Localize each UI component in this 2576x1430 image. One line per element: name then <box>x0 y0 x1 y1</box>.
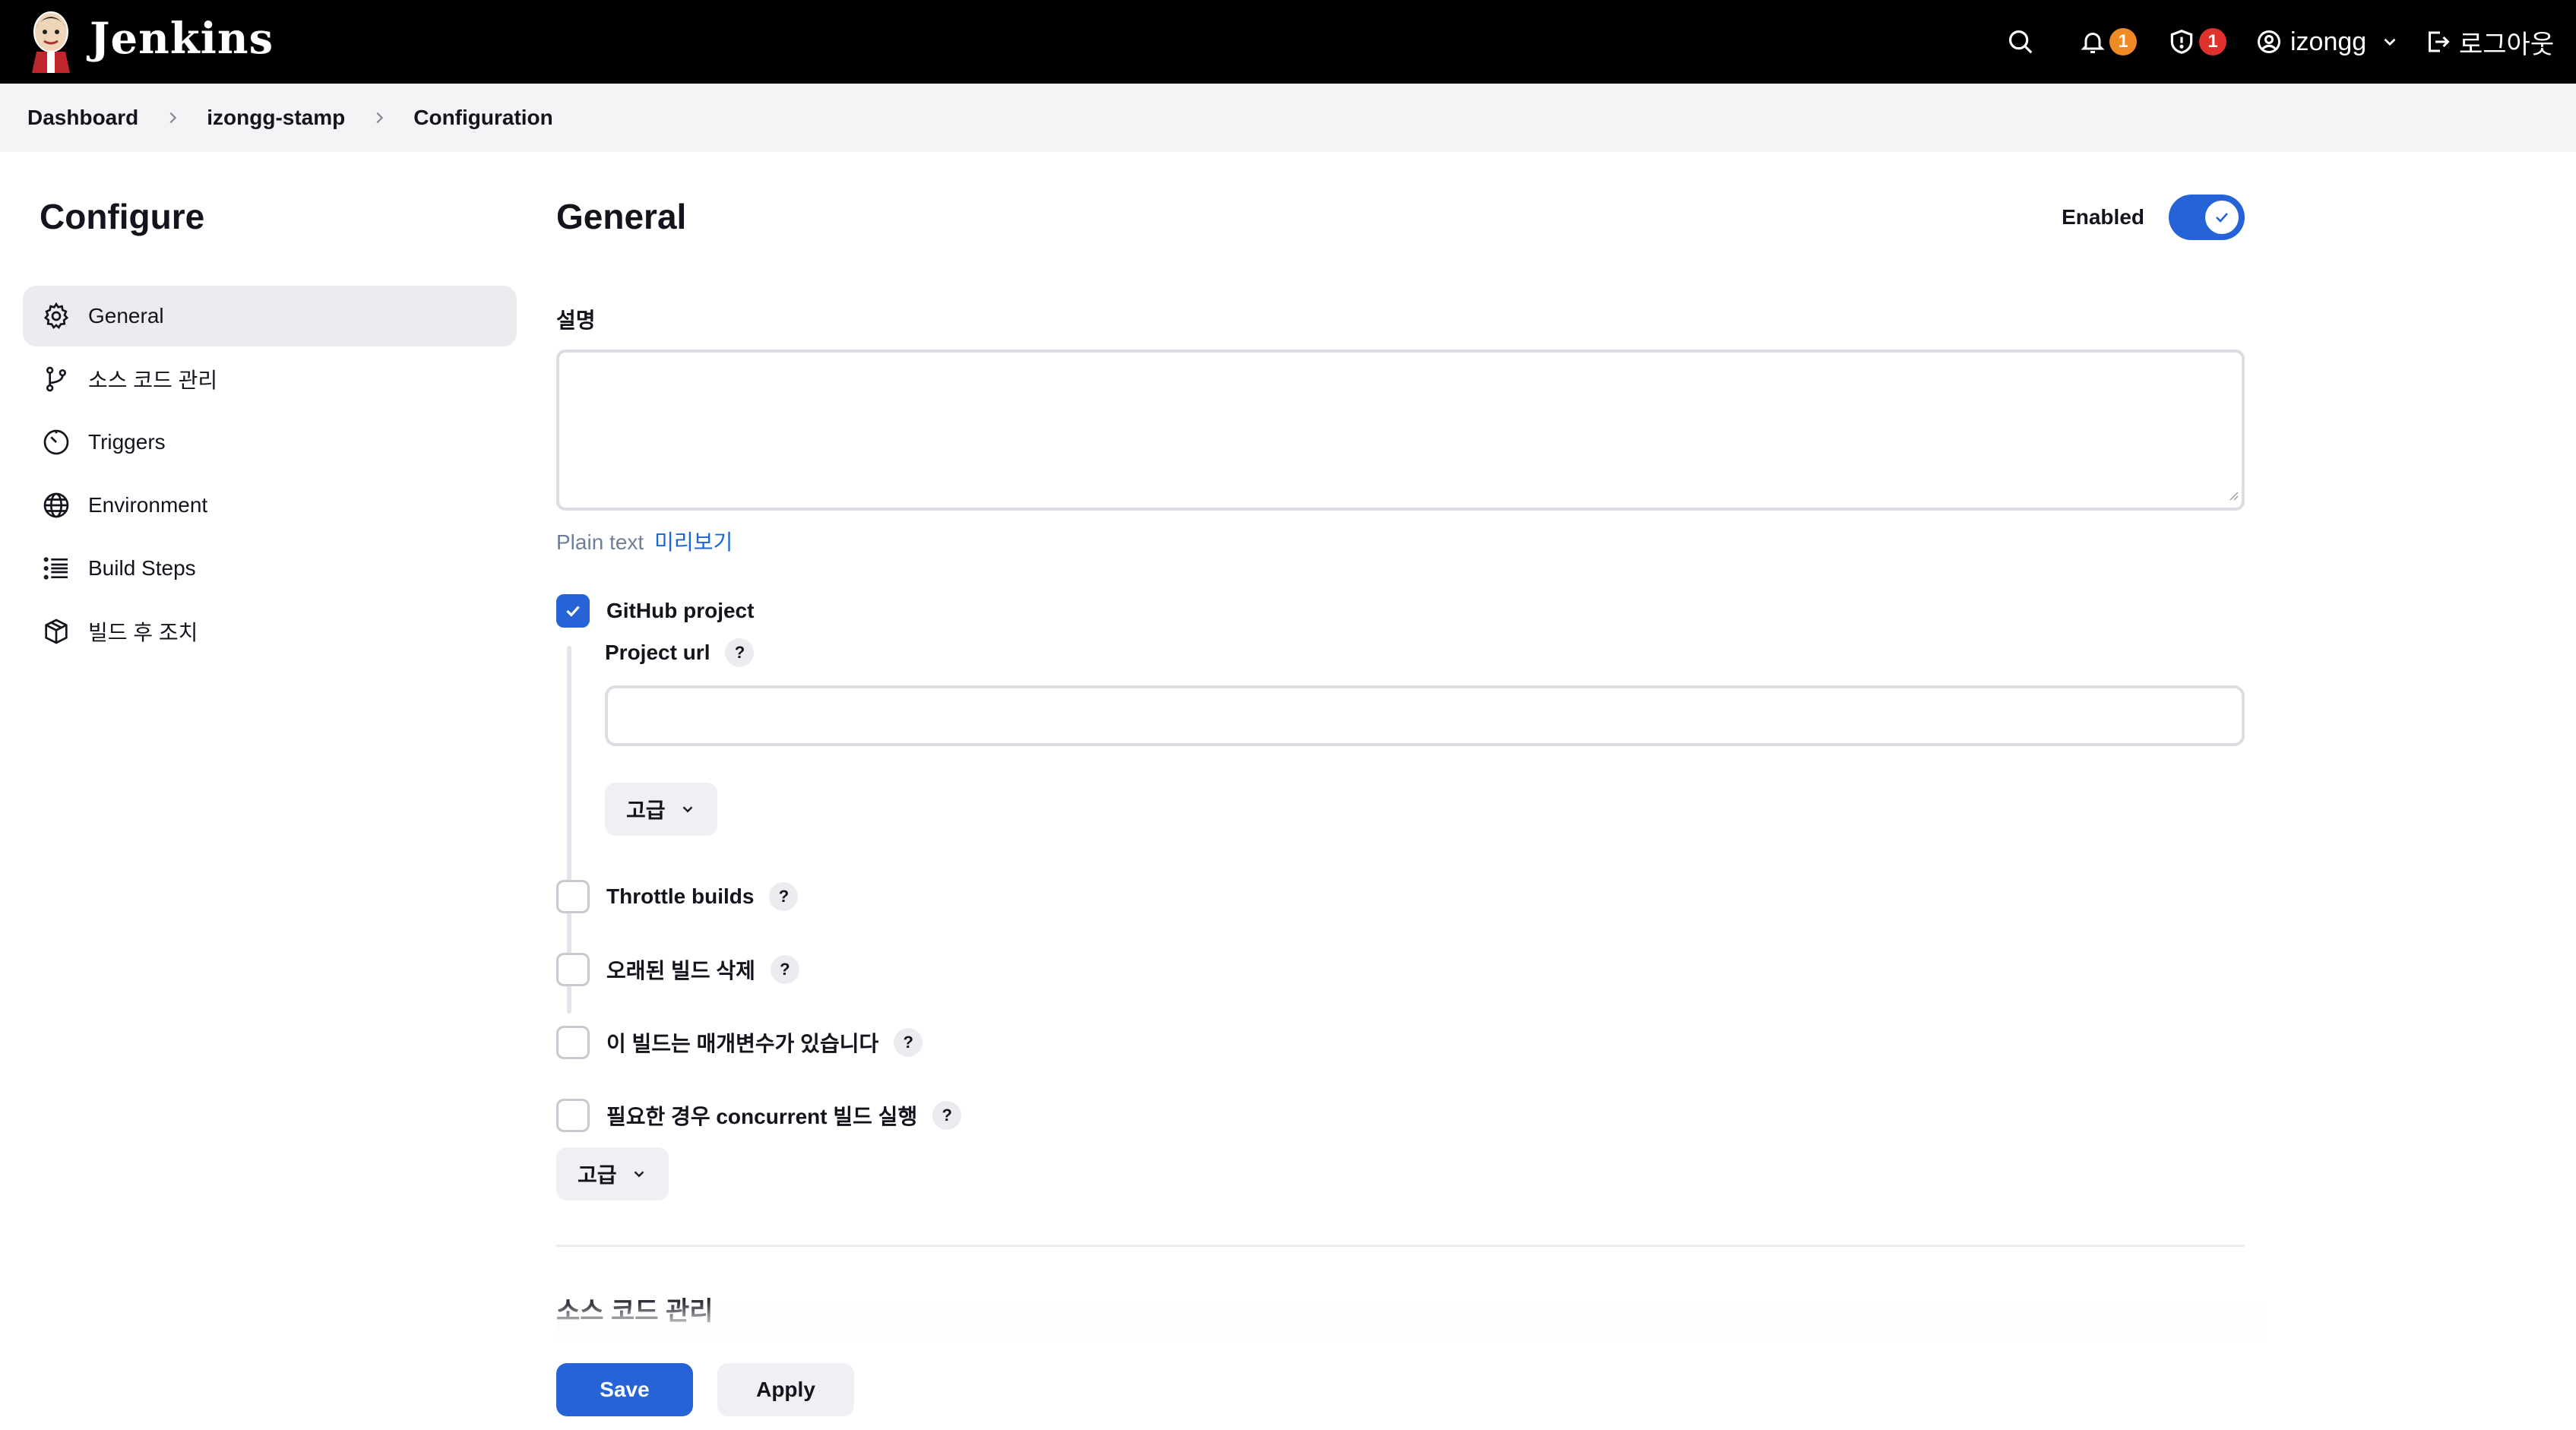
parameterized-checkbox[interactable] <box>556 1026 590 1059</box>
sidebar-item-post-build[interactable]: 빌드 후 조치 <box>23 601 517 662</box>
breadcrumb-configuration[interactable]: Configuration <box>413 106 553 130</box>
search-icon <box>2008 30 2033 54</box>
sidebar-item-label: 빌드 후 조치 <box>88 621 198 644</box>
logout-label: 로그아웃 <box>2459 30 2555 59</box>
advanced-label: 고급 <box>626 799 666 822</box>
notifications-badge: 1 <box>2109 28 2137 55</box>
bell-icon <box>2081 33 2105 53</box>
security-button[interactable]: 1 <box>2167 0 2226 84</box>
save-button[interactable]: Save <box>556 1363 693 1416</box>
brand-title[interactable]: Jenkins <box>90 14 274 64</box>
option-throttle-builds: Throttle builds ? <box>556 880 799 913</box>
github-project-label[interactable]: GitHub project <box>606 599 754 623</box>
jenkins-logo-icon[interactable] <box>27 9 74 73</box>
plain-text-label: Plain text <box>556 530 644 554</box>
advanced-button-github[interactable]: 고급 <box>605 783 717 836</box>
search-button[interactable] <box>2006 0 2035 84</box>
description-textarea[interactable] <box>556 350 2245 511</box>
breadcrumb-job[interactable]: izongg-stamp <box>207 106 345 130</box>
option-discard-old-builds: 오래된 빌드 삭제 ? <box>556 953 799 986</box>
apply-button[interactable]: Apply <box>717 1363 854 1416</box>
git-branch-icon <box>40 362 73 396</box>
format-hint: Plain text 미리보기 <box>556 526 733 556</box>
sidebar-item-label: Build Steps <box>88 556 196 580</box>
option-concurrent-builds: 필요한 경우 concurrent 빌드 실행 ? <box>556 1099 962 1132</box>
discard-old-builds-checkbox[interactable] <box>556 953 590 986</box>
project-url-label: Project url <box>605 641 710 664</box>
username: izongg <box>2290 27 2367 56</box>
option-parameterized: 이 빌드는 매개변수가 있습니다 ? <box>556 1026 923 1059</box>
breadcrumb-dashboard[interactable]: Dashboard <box>27 106 138 130</box>
bottom-action-bar <box>0 1340 2576 1430</box>
option-label[interactable]: 필요한 경우 concurrent 빌드 실행 <box>606 1100 917 1131</box>
package-icon <box>40 615 73 648</box>
sidebar-item-label: Triggers <box>88 430 166 454</box>
check-icon <box>566 606 580 617</box>
security-badge: 1 <box>2199 28 2226 55</box>
help-icon[interactable]: ? <box>932 1101 962 1130</box>
user-circle-icon <box>2258 30 2280 53</box>
top-header: Jenkins 1 1 izongg 로그아웃 <box>0 0 2576 84</box>
user-menu[interactable]: izongg <box>2255 0 2400 84</box>
timer-icon <box>40 426 73 459</box>
help-icon[interactable]: ? <box>725 638 755 667</box>
advanced-button-general[interactable]: 고급 <box>556 1147 669 1201</box>
resize-handle-icon[interactable] <box>2226 489 2239 505</box>
sidebar-item-general[interactable]: General <box>23 286 517 346</box>
check-icon <box>2205 201 2239 234</box>
sidebar-item-environment[interactable]: Environment <box>23 475 517 536</box>
chevron-right-icon <box>371 109 388 126</box>
chevron-down-icon <box>634 1171 644 1178</box>
sidebar-nav: General 소스 코드 관리 Triggers Environment Bu… <box>23 286 517 664</box>
help-icon[interactable]: ? <box>769 882 799 911</box>
github-project-checkbox[interactable] <box>556 594 590 628</box>
sidebar-item-label: General <box>88 304 164 327</box>
enabled-toggle[interactable] <box>2169 195 2245 240</box>
project-url-label-row: Project url ? <box>605 638 755 667</box>
notifications-button[interactable]: 1 <box>2079 0 2137 84</box>
chevron-down-icon <box>682 806 692 813</box>
enabled-control: Enabled <box>2062 195 2245 240</box>
shield-alert-icon <box>2170 30 2193 54</box>
option-label[interactable]: 오래된 빌드 삭제 <box>606 954 755 985</box>
breadcrumb: Dashboard izongg-stamp Configuration <box>0 84 2576 152</box>
sidebar-item-build-steps[interactable]: Build Steps <box>23 538 517 599</box>
github-project-row: GitHub project <box>556 594 754 628</box>
logout-icon <box>2429 31 2450 52</box>
sidebar-item-label: 소스 코드 관리 <box>88 369 218 392</box>
concurrent-builds-checkbox[interactable] <box>556 1099 590 1132</box>
section-divider <box>556 1245 2245 1247</box>
option-label[interactable]: 이 빌드는 매개변수가 있습니다 <box>606 1027 878 1058</box>
sidebar-title: Configure <box>40 197 205 236</box>
globe-icon <box>40 489 73 522</box>
enabled-label: Enabled <box>2062 205 2144 229</box>
chevron-down-icon <box>2384 38 2396 46</box>
description-label: 설명 <box>556 308 596 332</box>
logout-button[interactable]: 로그아웃 <box>2424 0 2554 84</box>
sidebar-item-label: Environment <box>88 493 208 517</box>
chevron-right-icon <box>164 109 181 126</box>
project-url-input[interactable] <box>605 685 2245 746</box>
bottom-bar-shadow <box>556 1304 2266 1342</box>
section-title-general: General <box>556 197 687 236</box>
list-icon <box>40 552 73 585</box>
gear-icon <box>40 299 73 333</box>
throttle-builds-checkbox[interactable] <box>556 880 590 913</box>
option-label[interactable]: Throttle builds <box>606 884 754 909</box>
sidebar-item-scm[interactable]: 소스 코드 관리 <box>23 349 517 410</box>
preview-link[interactable]: 미리보기 <box>654 530 733 554</box>
help-icon[interactable]: ? <box>770 955 799 984</box>
advanced-label: 고급 <box>578 1163 617 1187</box>
help-icon[interactable]: ? <box>894 1028 923 1057</box>
sidebar-item-triggers[interactable]: Triggers <box>23 412 517 473</box>
